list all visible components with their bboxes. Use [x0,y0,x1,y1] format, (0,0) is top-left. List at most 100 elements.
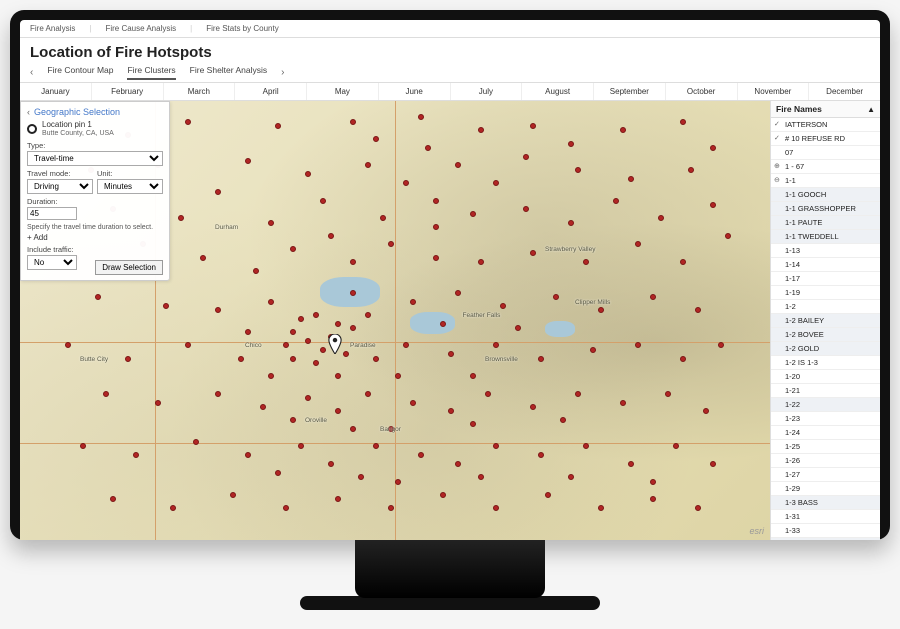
hotspot-dot[interactable] [455,290,461,296]
month-tab[interactable]: May [307,83,379,100]
tab-contour[interactable]: Fire Contour Map [47,65,113,80]
map-container[interactable]: Butte CityChicoDurhamParadiseOrovilleBan… [20,101,770,540]
hotspot-dot[interactable] [523,154,529,160]
hotspot-dot[interactable] [538,452,544,458]
hotspot-dot[interactable] [583,259,589,265]
hotspot-dot[interactable] [440,321,446,327]
month-tab[interactable]: October [666,83,738,100]
hotspot-dot[interactable] [185,119,191,125]
hotspot-dot[interactable] [493,505,499,511]
hotspot-dot[interactable] [493,180,499,186]
list-item[interactable]: 1-14 [771,258,880,272]
month-tab[interactable]: April [235,83,307,100]
hotspot-dot[interactable] [260,404,266,410]
hotspot-dot[interactable] [365,312,371,318]
hotspot-dot[interactable] [343,351,349,357]
hotspot-dot[interactable] [515,325,521,331]
unit-select[interactable]: Minutes [97,179,163,194]
hotspot-dot[interactable] [373,443,379,449]
hotspot-dot[interactable] [583,443,589,449]
hotspot-dot[interactable] [320,198,326,204]
hotspot-dot[interactable] [275,123,281,129]
hotspot-dot[interactable] [478,127,484,133]
hotspot-dot[interactable] [350,325,356,331]
hotspot-dot[interactable] [193,439,199,445]
traffic-select[interactable]: No [27,255,77,270]
list-item[interactable]: 1-1 GOOCH [771,188,880,202]
hotspot-dot[interactable] [320,347,326,353]
list-item[interactable]: 1-20 [771,370,880,384]
hotspot-dot[interactable] [395,479,401,485]
month-tab[interactable]: February [92,83,164,100]
hotspot-dot[interactable] [500,303,506,309]
hotspot-dot[interactable] [163,303,169,309]
hotspot-dot[interactable] [253,268,259,274]
hotspot-dot[interactable] [403,180,409,186]
list-item[interactable]: 1-23 [771,412,880,426]
hotspot-dot[interactable] [493,342,499,348]
hotspot-dot[interactable] [373,136,379,142]
hotspot-dot[interactable] [200,255,206,261]
hotspot-dot[interactable] [328,461,334,467]
list-item[interactable]: 1-1 TWEDDELL [771,230,880,244]
hotspot-dot[interactable] [290,246,296,252]
hotspot-dot[interactable] [215,189,221,195]
hotspot-dot[interactable] [478,259,484,265]
list-item[interactable]: ✓# 10 REFUSE RD [771,132,880,146]
list-item[interactable]: 1-2 BAILEY [771,314,880,328]
hotspot-dot[interactable] [155,400,161,406]
list-item[interactable]: 1-27 [771,468,880,482]
hotspot-dot[interactable] [313,360,319,366]
hotspot-dot[interactable] [598,307,604,313]
hotspot-dot[interactable] [680,119,686,125]
list-item[interactable]: ⊕1 - 67 [771,160,880,174]
hotspot-dot[interactable] [665,391,671,397]
hotspot-dot[interactable] [305,338,311,344]
hotspot-dot[interactable] [613,198,619,204]
hotspot-dot[interactable] [695,505,701,511]
list-item[interactable]: 1-2 [771,300,880,314]
hotspot-dot[interactable] [553,294,559,300]
hotspot-dot[interactable] [478,474,484,480]
hotspot-dot[interactable] [598,505,604,511]
list-item[interactable]: 1-13 [771,244,880,258]
hotspot-dot[interactable] [283,505,289,511]
hotspot-dot[interactable] [658,215,664,221]
chevron-left-icon[interactable]: ‹ [27,107,30,117]
draw-selection-button[interactable]: Draw Selection [95,260,163,275]
sidebar-heading[interactable]: Fire Names ▲ [771,101,880,118]
hotspot-dot[interactable] [440,492,446,498]
month-tab[interactable]: June [379,83,451,100]
hotspot-dot[interactable] [328,233,334,239]
hotspot-dot[interactable] [470,211,476,217]
duration-input[interactable] [27,207,77,220]
hotspot-dot[interactable] [365,391,371,397]
hotspot-dot[interactable] [650,479,656,485]
hotspot-dot[interactable] [418,452,424,458]
list-item[interactable]: 1-2 BOVEE [771,328,880,342]
hotspot-dot[interactable] [485,391,491,397]
chevron-right-icon[interactable]: › [281,67,284,78]
sort-arrow-icon[interactable]: ▲ [867,105,875,114]
hotspot-dot[interactable] [718,342,724,348]
list-item[interactable]: 1-3 BASS [771,496,880,510]
hotspot-dot[interactable] [433,255,439,261]
month-tab[interactable]: August [522,83,594,100]
hotspot-dot[interactable] [335,321,341,327]
hotspot-dot[interactable] [448,408,454,414]
hotspot-dot[interactable] [703,408,709,414]
hotspot-dot[interactable] [620,400,626,406]
hotspot-dot[interactable] [568,474,574,480]
hotspot-dot[interactable] [530,123,536,129]
hotspot-dot[interactable] [725,233,731,239]
list-item[interactable]: 1-2 IS 1-3 [771,356,880,370]
sidebar-list[interactable]: ✓IATTERSON✓# 10 REFUSE RD07⊕1 - 67⊖1-11-… [771,118,880,540]
type-select[interactable]: Travel-time [27,151,163,166]
hotspot-dot[interactable] [238,356,244,362]
list-item[interactable]: ⊖1-1 [771,174,880,188]
month-tab[interactable]: December [809,83,880,100]
hotspot-dot[interactable] [575,391,581,397]
list-item[interactable]: 1-1 GRASSHOPPER [771,202,880,216]
hotspot-dot[interactable] [418,114,424,120]
list-item[interactable]: 1-2 GOLD [771,342,880,356]
